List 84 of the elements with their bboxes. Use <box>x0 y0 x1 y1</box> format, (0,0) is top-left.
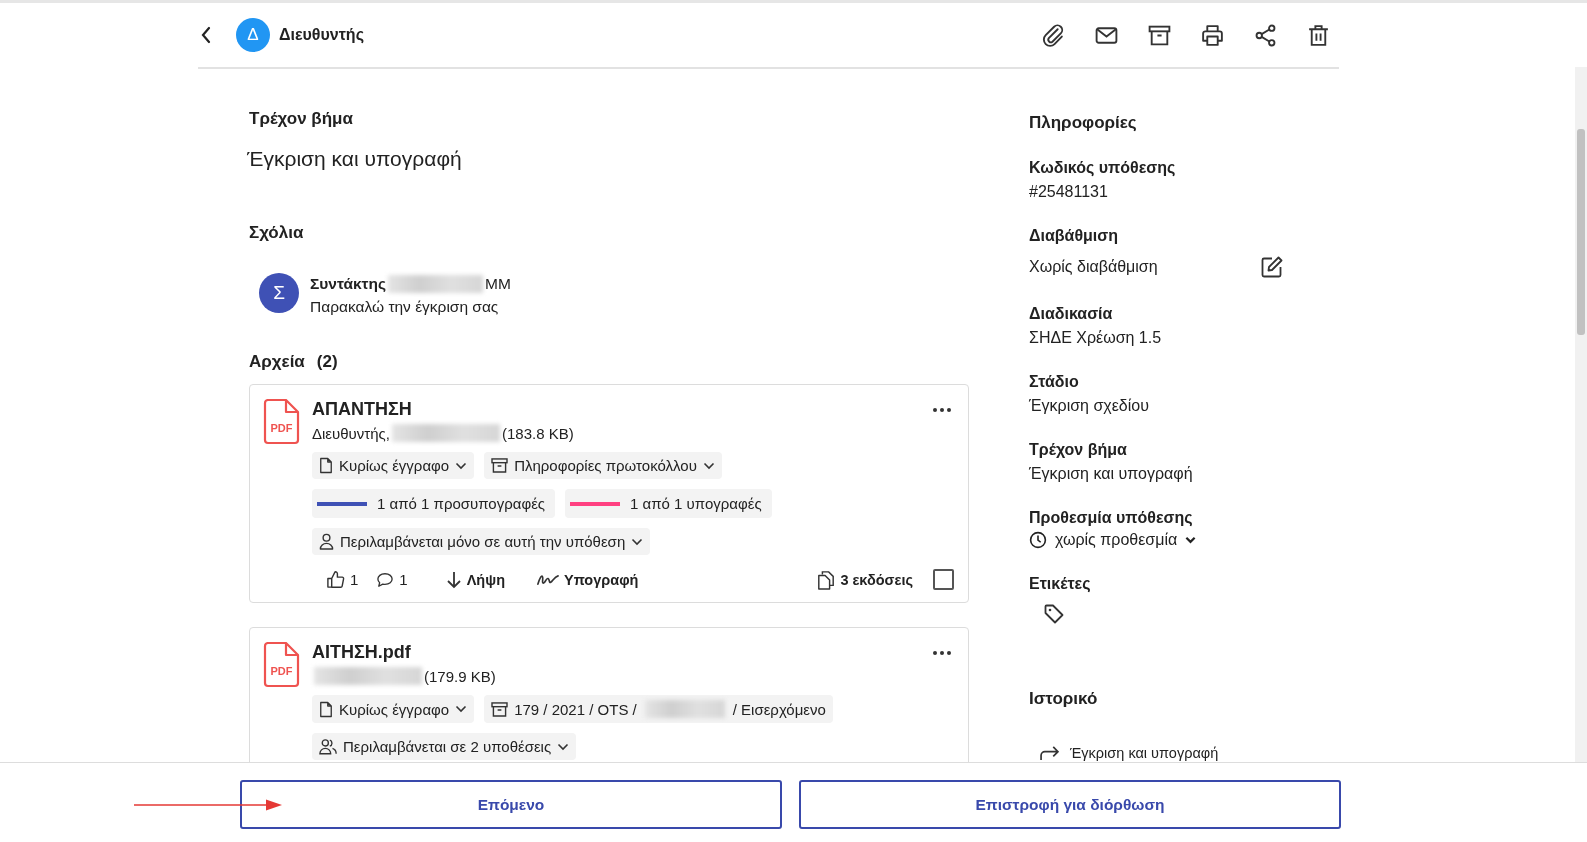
person-icon <box>319 533 334 550</box>
more-icon[interactable] <box>932 650 952 656</box>
chip-label: Πληροφορίες πρωτοκόλλου <box>514 457 697 474</box>
field-label: Διαβάθμιση <box>1029 227 1119 245</box>
chip-label: Περιλαμβάνεται μόνο σε αυτή την υπόθεση <box>340 533 626 550</box>
signature-count: 1 από 1 υπογραφές <box>630 495 762 512</box>
field-value: Έγκριση σχεδίου <box>1029 397 1150 415</box>
field-label: Διαδικασία <box>1029 305 1114 323</box>
field-label: Προθεσμία υπόθεσης <box>1029 509 1194 527</box>
download-button[interactable]: Λήψη <box>445 570 505 589</box>
copy-icon <box>817 569 836 590</box>
paperclip-icon[interactable] <box>1041 22 1066 48</box>
like-button[interactable]: 1 <box>326 570 359 589</box>
file-size: (183.8 KB) <box>501 424 574 442</box>
thumbs-up-icon <box>326 570 345 589</box>
case-scope-dropdown[interactable]: Περιλαμβάνεται μόνο σε αυτή την υπόθεση <box>312 528 651 555</box>
field-label: Κωδικός υπόθεσης <box>1029 159 1177 177</box>
archive-icon <box>491 458 509 473</box>
comment-author-suffix: MM <box>485 275 511 293</box>
archive-icon <box>491 701 509 717</box>
chip-label: Κυρίως έγγραφο <box>339 457 450 474</box>
scrollbar[interactable] <box>1575 67 1587 762</box>
speech-bubble-icon <box>376 571 395 588</box>
page-title: Διευθυντής <box>279 26 364 44</box>
avatar: Δ <box>236 18 270 52</box>
share-icon[interactable] <box>1253 22 1278 48</box>
chevron-down-icon <box>557 742 570 751</box>
chevron-down-icon <box>455 461 468 470</box>
history-entry: Έγκριση και υπογραφή <box>1070 745 1219 761</box>
section-heading: Τρέχον βήμα <box>249 109 354 129</box>
section-heading: Αρχεία <box>249 352 305 372</box>
document-type-dropdown[interactable]: Κυρίως έγγραφο <box>312 695 475 723</box>
field-label: Στάδιο <box>1029 373 1080 391</box>
back-icon[interactable] <box>200 26 212 44</box>
trash-icon[interactable] <box>1306 22 1331 48</box>
chevron-down-icon <box>455 705 468 713</box>
case-scope-dropdown[interactable]: Περιλαμβάνεται σε 2 υποθέσεις <box>312 733 577 760</box>
signature-count: 1 από 1 προσυπογραφές <box>377 495 546 512</box>
document-icon <box>319 700 333 718</box>
file-count: (2) <box>316 352 338 372</box>
comment-text: Παρακαλώ την έγκριση σας <box>310 298 500 316</box>
comment-author: Συντάκτης <box>310 275 387 293</box>
arrow-down-icon <box>445 570 462 589</box>
forward-arrow-icon <box>1039 745 1060 761</box>
document-icon <box>319 457 333 474</box>
tag-icon[interactable] <box>1043 603 1065 625</box>
return-button[interactable]: Επιστροφή για διόρθωση <box>799 780 1341 829</box>
file-owner: Διευθυντής, <box>312 424 390 442</box>
file-size: (179.9 KB) <box>424 667 496 685</box>
clock-icon <box>1029 531 1047 549</box>
chip-label: 179 / 2021 / OTS / <box>514 700 637 718</box>
field-value: Χωρίς διαβάθμιση <box>1029 258 1158 276</box>
field-value: ΣΗΔΕ Χρέωση 1.5 <box>1029 329 1163 347</box>
chip-label: Περιλαμβάνεται σε 2 υποθέσεις <box>343 738 552 755</box>
edit-icon[interactable] <box>1260 255 1284 279</box>
current-step-value: Έγκριση και υπογραφή <box>247 147 463 171</box>
versions-button[interactable]: 3 εκδόσεις <box>817 569 913 590</box>
chevron-down-icon <box>702 461 715 470</box>
chevron-down-icon <box>631 537 644 546</box>
field-label: Τρέχον βήμα <box>1029 441 1128 459</box>
field-label: Ετικέτες <box>1029 575 1092 593</box>
sign-button[interactable]: Υπογραφή <box>537 571 639 588</box>
file-name[interactable]: ΑΙΤΗΣΗ.pdf <box>312 642 954 663</box>
printer-icon[interactable] <box>1200 22 1225 48</box>
comment-button[interactable]: 1 <box>376 571 408 588</box>
section-heading: Πληροφορίες <box>1029 113 1138 133</box>
section-heading: Σχόλια <box>249 223 305 243</box>
avatar: Σ <box>259 273 299 313</box>
section-heading: Ιστορικό <box>1029 689 1099 709</box>
protocol-chip[interactable]: 179 / 2021 / OTS / / Εισερχόμενο <box>484 695 833 723</box>
protocol-chip[interactable]: Πληροφορίες πρωτοκόλλου <box>484 452 722 479</box>
chip-label: / Εισερχόμενο <box>732 700 826 718</box>
field-value: #25481131 <box>1029 183 1109 201</box>
signature-icon <box>537 573 559 586</box>
file-name[interactable]: ΑΠΑΝΤΗΣΗ <box>312 399 954 420</box>
deadline-dropdown[interactable]: χωρίς προθεσμία <box>1029 531 1329 549</box>
chevron-down-icon <box>1185 536 1197 544</box>
people-icon <box>319 738 337 755</box>
field-value: Έγκριση και υπογραφή <box>1029 465 1194 483</box>
more-icon[interactable] <box>932 407 952 413</box>
chip-label: Κυρίως έγγραφο <box>339 700 450 718</box>
select-checkbox[interactable] <box>933 569 954 590</box>
document-type-dropdown[interactable]: Κυρίως έγγραφο <box>312 452 475 479</box>
next-button[interactable]: Επόμενο <box>240 780 782 829</box>
